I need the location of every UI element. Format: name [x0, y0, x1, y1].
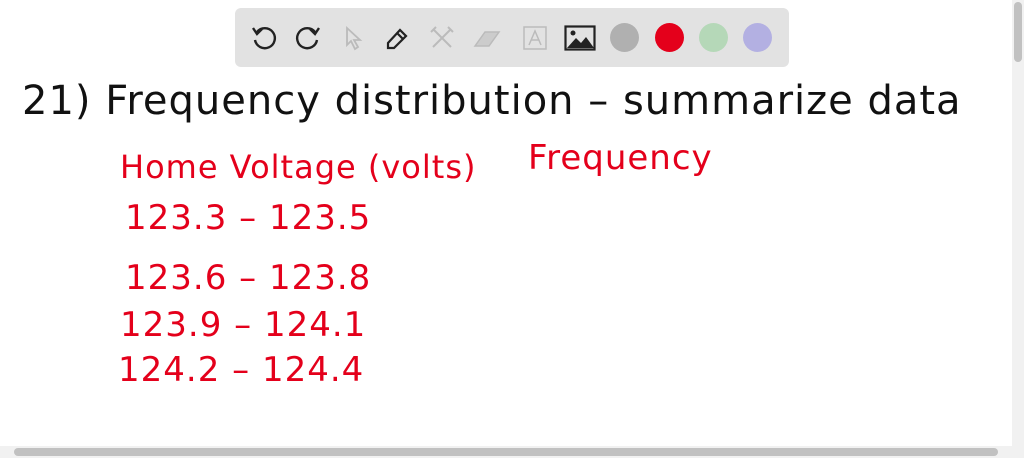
- horizontal-scrollbar[interactable]: [0, 446, 1024, 458]
- vertical-scrollbar[interactable]: [1012, 0, 1024, 446]
- text-icon[interactable]: [520, 23, 550, 53]
- class-row: 123.6 – 123.8: [125, 258, 372, 298]
- image-icon[interactable]: [563, 23, 597, 53]
- color-purple-swatch[interactable]: [743, 23, 772, 52]
- color-green-swatch[interactable]: [699, 23, 728, 52]
- color-gray-swatch[interactable]: [610, 23, 639, 52]
- color-red-swatch[interactable]: [655, 23, 684, 52]
- board-title: 21) Frequency distribution – summarize d…: [22, 78, 962, 124]
- class-row: 123.3 – 123.5: [125, 198, 372, 238]
- vertical-scroll-thumb[interactable]: [1014, 2, 1022, 62]
- eraser-icon[interactable]: [472, 23, 502, 53]
- undo-icon[interactable]: [249, 23, 279, 53]
- drawing-toolbar: [235, 8, 789, 67]
- tools-icon[interactable]: [427, 23, 457, 53]
- column-header-voltage: Home Voltage (volts): [120, 148, 477, 186]
- class-row: 124.2 – 124.4: [118, 350, 365, 390]
- redo-icon[interactable]: [293, 23, 323, 53]
- pen-icon[interactable]: [382, 23, 412, 53]
- horizontal-scroll-thumb[interactable]: [14, 448, 998, 456]
- class-row: 123.9 – 124.1: [120, 305, 367, 345]
- column-header-frequency: Frequency: [528, 138, 713, 178]
- select-icon[interactable]: [338, 23, 368, 53]
